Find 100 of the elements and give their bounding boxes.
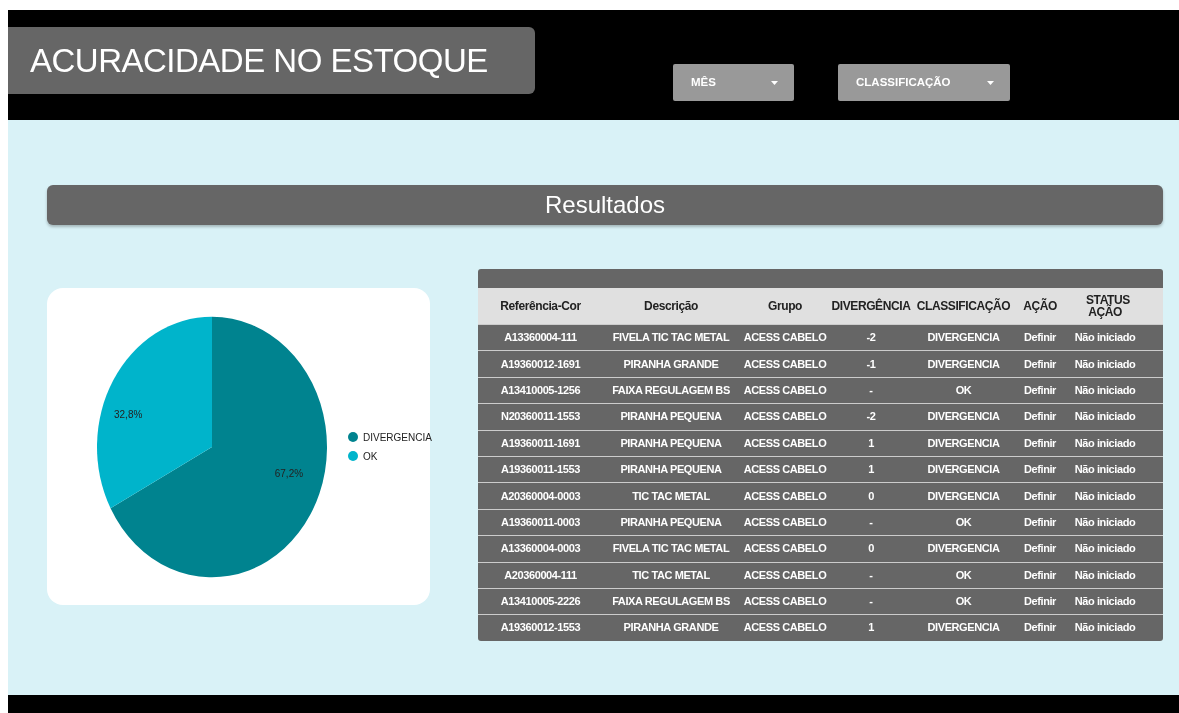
table-cell-text: PIRANHA PEQUENA <box>619 464 723 476</box>
table-cell-text: DIVERGENCIA <box>926 490 1001 502</box>
table-cell-text: Não iniciado <box>1073 569 1137 581</box>
table-cell-text: A19360012-1553 <box>499 622 582 634</box>
table-cell-text: ACESS CABELO <box>742 569 828 581</box>
table-cell-text: 1 <box>867 464 875 476</box>
table-cell-text: - <box>868 516 874 528</box>
table-cell-text: Não iniciado <box>1073 332 1137 344</box>
table-cell-text: DIVERGENCIA <box>926 332 1001 344</box>
table-cell-text: FIVELA TIC TAC METAL <box>611 543 731 555</box>
table-cell-text: Não iniciado <box>1073 543 1137 555</box>
table-cell-text: PIRANHA PEQUENA <box>619 437 723 449</box>
table-cell-text: Definir <box>1022 516 1057 528</box>
table-cell-text: OK <box>954 596 973 608</box>
table-cell-text: Não iniciado <box>1073 596 1137 608</box>
table-cell-text: - <box>868 569 874 581</box>
table-cell-text: A13410005-1256 <box>499 384 582 396</box>
page-title: ACURACIDADE NO ESTOQUE <box>8 27 535 94</box>
table-cell-text: - <box>868 596 874 608</box>
table-cell-text: ACESS CABELO <box>742 490 828 502</box>
table-cell-text: A13360004-111 <box>503 332 578 344</box>
table-cell-text: Definir <box>1022 596 1057 608</box>
table-cell-text: FAIXA REGULAGEM BS <box>611 596 731 608</box>
filter-dropdown[interactable]: CLASSIFICAÇÃO <box>838 64 1010 101</box>
table-cell-text: -2 <box>865 332 877 344</box>
table-cell-text: OK <box>954 516 973 528</box>
table-cell-text: Definir <box>1022 569 1057 581</box>
table-cell-text: N20360011-1553 <box>500 411 581 423</box>
table-cell-text: DIVERGENCIA <box>926 464 1001 476</box>
section-title: Resultados <box>47 185 1163 225</box>
table-cell-text: TIC TAC METAL <box>631 490 711 502</box>
table-cell-text: A19360012-1691 <box>499 358 582 370</box>
table-cell-text: 1 <box>867 437 875 449</box>
slice-label: 32,8% <box>114 407 143 420</box>
table-cell-text: 0 <box>867 490 875 502</box>
table-cell-text: DIVERGENCIA <box>926 411 1001 423</box>
table-cell-text: OK <box>954 384 973 396</box>
table-cell-text: ACESS CABELO <box>742 516 828 528</box>
table-cell-text: ACESS CABELO <box>742 411 828 423</box>
table-cell-text: A20360004-111 <box>503 569 578 581</box>
legend-label: OK <box>363 449 378 464</box>
table-cell-text: A13410005-2226 <box>499 596 582 608</box>
table-cell-text: PIRANHA PEQUENA <box>619 411 723 423</box>
column-header: Descrição <box>643 300 699 312</box>
filter-dropdown[interactable]: MÊS <box>673 64 794 101</box>
table-cell-text: Não iniciado <box>1073 384 1137 396</box>
table-cell-text: DIVERGENCIA <box>926 358 1001 370</box>
table-cell-text: DIVERGENCIA <box>926 543 1001 555</box>
table-cell-text: PIRANHA PEQUENA <box>619 516 723 528</box>
table-cell-text: Definir <box>1022 543 1057 555</box>
table-cell-text: 0 <box>867 543 875 555</box>
table-cell-text: Definir <box>1022 437 1057 449</box>
table-cell-text: ACESS CABELO <box>742 437 828 449</box>
table-cell-text: DIVERGENCIA <box>926 622 1001 634</box>
table-cell-text: 1 <box>867 622 875 634</box>
table-cell-text: A19360011-0003 <box>500 516 581 528</box>
caret-icon <box>771 80 778 85</box>
table-cell-text: A20360004-0003 <box>499 490 582 502</box>
table-cell-text: Não iniciado <box>1073 490 1137 502</box>
table-cell-text: A19360011-1553 <box>500 464 581 476</box>
table-cell-text: -2 <box>865 411 877 423</box>
table-cell-text: Definir <box>1022 358 1057 370</box>
table-cell-text: Definir <box>1022 411 1057 423</box>
table-cell-text: TIC TAC METAL <box>631 569 711 581</box>
table-cell-text: Não iniciado <box>1073 516 1137 528</box>
table-cell-text: Definir <box>1022 622 1057 634</box>
table-cell-text: OK <box>954 569 973 581</box>
legend-label: DIVERGENCIA <box>363 430 432 445</box>
table-cell-text: FIVELA TIC TAC METAL <box>611 332 731 344</box>
table-cell-text: ACESS CABELO <box>742 384 828 396</box>
table-cell-text: ACESS CABELO <box>742 622 828 634</box>
table-cell-text: ACESS CABELO <box>742 358 828 370</box>
slice-label: 67,2% <box>274 466 304 479</box>
table-cell-text: Definir <box>1022 464 1057 476</box>
column-header: AÇÃO <box>1022 300 1058 312</box>
table-cell-text: Definir <box>1022 384 1057 396</box>
table-cell-text: FAIXA REGULAGEM BS <box>611 384 731 396</box>
table-cell-text: - <box>868 384 874 396</box>
table-cell-text: PIRANHA GRANDE <box>622 358 720 370</box>
table-cell-text: Não iniciado <box>1073 411 1137 423</box>
table-cell-text: Definir <box>1022 332 1057 344</box>
column-header: DIVERGÊNCIA <box>831 300 911 312</box>
column-header: Referência-Cor <box>499 300 582 312</box>
table-cell-text: ACESS CABELO <box>742 464 828 476</box>
column-header: Grupo <box>767 300 803 312</box>
table-cell-text: DIVERGENCIA <box>926 437 1001 449</box>
column-header: STATUS AÇÃO <box>1085 294 1131 318</box>
table-cell-text: PIRANHA GRANDE <box>622 622 720 634</box>
table-cell-text: ACESS CABELO <box>742 332 828 344</box>
table-cell-text: Não iniciado <box>1073 622 1137 634</box>
table-cell-text: -1 <box>865 358 877 370</box>
table-cell-text: A13360004-0003 <box>499 543 582 555</box>
table-cell-text: ACESS CABELO <box>742 543 828 555</box>
table-cell-text: Não iniciado <box>1073 464 1137 476</box>
table-cell-text: Definir <box>1022 490 1057 502</box>
column-header: CLASSIFICAÇÃO <box>915 300 1012 312</box>
table-cell-text: Não iniciado <box>1073 437 1137 449</box>
caret-icon <box>987 80 994 85</box>
table-cell-text: Não iniciado <box>1073 358 1137 370</box>
table-cell-text: A19360011-1691 <box>500 437 581 449</box>
